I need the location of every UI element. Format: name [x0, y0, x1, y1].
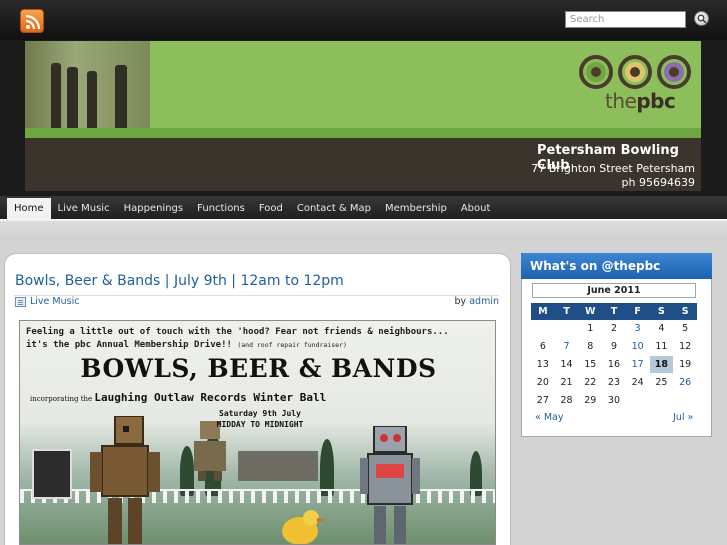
nav-food[interactable]: Food: [252, 198, 290, 219]
calendar-day: [650, 391, 674, 409]
calendar-day: 21: [560, 376, 573, 388]
calendar-day: [555, 320, 579, 338]
nav-functions[interactable]: Functions: [190, 198, 252, 219]
vintage-bowlers-photo: [25, 41, 150, 128]
post-title-link[interactable]: Bowls, Beer & Bands | July 9th | 12am to…: [15, 273, 344, 289]
rss-feed-link[interactable]: [20, 9, 44, 33]
calendar-day: 6: [539, 341, 546, 353]
calendar-weekday: T: [602, 303, 626, 320]
nav-contact-map[interactable]: Contact & Map: [290, 198, 378, 219]
scoreboard: [32, 449, 72, 499]
calendar-day: 2: [610, 323, 617, 335]
calendar-day: 8: [587, 341, 594, 353]
robot-left-illustration: [90, 416, 160, 544]
chicken-toy-illustration: [282, 510, 325, 544]
main-nav: Home Live Music Happenings Functions Foo…: [7, 198, 497, 219]
calendar-day: 16: [607, 358, 620, 370]
calendar-weekday: S: [649, 303, 674, 320]
club-phone: ph 95694639: [621, 176, 695, 189]
calendar-day-link[interactable]: 7: [555, 338, 579, 356]
calendar-day: 12: [679, 341, 692, 353]
nav-home[interactable]: Home: [7, 198, 51, 219]
event-poster[interactable]: Feeling a little out of touch with the '…: [19, 320, 496, 545]
nav-live-music[interactable]: Live Music: [51, 198, 117, 219]
calendar-day: [626, 391, 650, 409]
robot-right-illustration: [360, 426, 420, 544]
category-icon: [15, 297, 26, 307]
calendar-day: 5: [682, 323, 689, 335]
search-input[interactable]: [565, 11, 686, 28]
calendar-day-link[interactable]: 3: [626, 320, 650, 338]
pbc-logo-text: thepbc: [605, 89, 676, 113]
calendar-prev-link[interactable]: « May: [535, 412, 563, 423]
calendar-day: 4: [658, 323, 665, 335]
poster-date: Saturday 9th July: [219, 409, 301, 418]
calendar-day-link[interactable]: 17: [626, 356, 650, 374]
robot-small-illustration: [194, 421, 226, 481]
calendar-day-link[interactable]: 10: [626, 338, 650, 356]
calendar-day: 23: [607, 376, 620, 388]
calendar-week: 1 234 5: [531, 320, 697, 338]
calendar-weekday: S: [673, 303, 697, 320]
calendar-day: 24: [631, 376, 644, 388]
calendar-day: 9: [610, 341, 617, 353]
calendar-day: [673, 391, 697, 409]
calendar-week: 6 7 8 9 10 11 12: [531, 338, 697, 356]
calendar-weekday: F: [625, 303, 650, 320]
club-address: 77 Brighton Street Petersham: [531, 162, 695, 175]
poster-time: MIDDAY TO MIDNIGHT: [216, 420, 304, 429]
post-category-link[interactable]: Live Music: [30, 296, 79, 307]
rss-icon: [25, 14, 41, 30]
calendar-day: 30: [607, 394, 620, 406]
nav-membership[interactable]: Membership: [378, 198, 454, 219]
calendar-day: 13: [536, 358, 549, 370]
calendar-weekday: M: [531, 303, 555, 320]
calendar-day: [531, 320, 555, 338]
calendar-day: 28: [560, 394, 573, 406]
calendar-day: 15: [584, 358, 597, 370]
poster-headline: BOWLS, BEER & BANDS: [80, 354, 437, 383]
post-author-link[interactable]: admin: [469, 296, 499, 307]
nav-about[interactable]: About: [454, 198, 498, 219]
calendar-weekday: T: [554, 303, 579, 320]
calendar-day: 1: [587, 323, 594, 335]
pbc-rings-logo: [579, 55, 691, 89]
poster-subtitle: incorporating the Laughing Outlaw Record…: [30, 391, 327, 404]
poster-intro-line: Feeling a little out of touch with the '…: [26, 327, 449, 337]
calendar-day: 22: [584, 376, 597, 388]
calendar-month: June 2011: [532, 283, 696, 298]
calendar-day: 11: [655, 341, 668, 353]
nav-happenings[interactable]: Happenings: [117, 198, 191, 219]
calendar-next-link[interactable]: Jul »: [673, 412, 693, 423]
calendar-day: 20: [536, 376, 549, 388]
calendar-day: 29: [584, 394, 597, 406]
calendar-day: 25: [655, 376, 668, 388]
header-banner: thepbc Petersham Bowling Club 77 Brighto…: [25, 41, 701, 191]
calendar-day-link[interactable]: 26: [673, 373, 697, 391]
calendar-weekday: W: [578, 303, 603, 320]
calendar-day: 27: [536, 394, 549, 406]
magnifier-icon: [697, 14, 707, 24]
calendar-day-today: 18: [649, 355, 674, 374]
search-button[interactable]: [694, 11, 709, 26]
post-byline: by admin: [454, 296, 499, 307]
bench: [238, 451, 318, 481]
calendar-week: 13 14 15 16 17 18 19: [531, 355, 697, 374]
poster-membership-line: it's the pbc Annual Membership Drive!! (…: [26, 340, 347, 350]
calendar-week: 20 21 22 23 24 25 26: [531, 373, 697, 391]
calendar-day: 14: [560, 358, 573, 370]
widget-title: What's on @thepbc: [521, 253, 712, 279]
calendar-table: MTWTFSS 1 2 3 4 5 6 7 8 9 10 11 12 13 14 15 16 17 18 19 20 2…: [531, 303, 697, 409]
calendar-day: 19: [679, 358, 692, 370]
calendar-week: 27 28 29 30: [531, 391, 697, 409]
